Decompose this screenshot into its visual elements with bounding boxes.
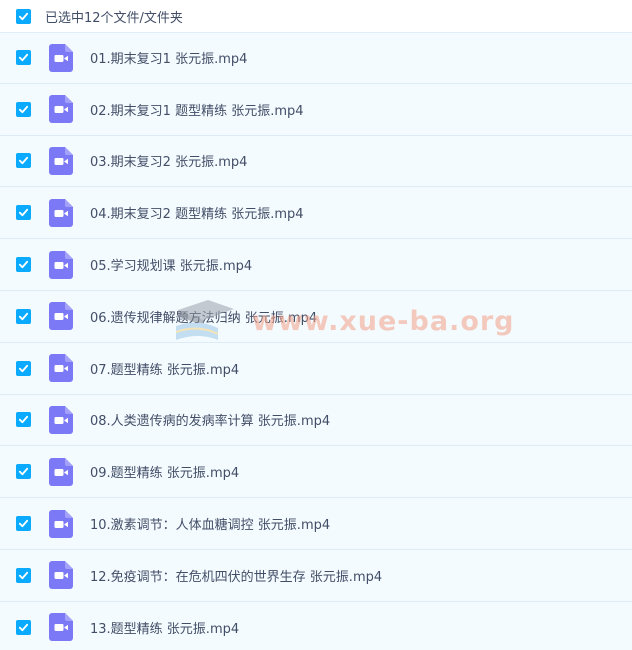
check-icon: [18, 209, 29, 217]
file-checkbox[interactable]: [16, 412, 31, 428]
check-icon: [18, 105, 29, 113]
video-file-icon: [49, 43, 73, 72]
video-file-icon: [49, 198, 73, 227]
video-file-icon: [49, 457, 73, 486]
video-file-icon: [49, 509, 73, 538]
selection-count-label: 已选中12个文件/文件夹: [45, 10, 183, 26]
check-icon: [18, 468, 29, 476]
file-checkbox[interactable]: [16, 619, 31, 635]
check-icon: [18, 157, 29, 165]
video-file-icon: [49, 405, 73, 434]
check-icon: [18, 519, 29, 528]
file-name: 09.题型精练 张元振.mp4: [90, 466, 240, 482]
file-name: 04.期末复习2 题型精练 张元振.mp4: [90, 207, 304, 223]
file-name: 06.遗传规律解题方法归纳 张元振.mp4: [90, 310, 318, 326]
file-name: 03.期末复习2 张元振.mp4: [90, 155, 248, 171]
file-checkbox[interactable]: [16, 308, 31, 324]
file-name: 12.免疫调节：在危机四伏的世界生存 张元振.mp4: [90, 569, 383, 585]
video-file-icon: [49, 561, 73, 590]
file-checkbox[interactable]: [16, 360, 31, 376]
check-icon: [18, 54, 29, 62]
selection-header: 已选中12个文件/文件夹: [0, 0, 632, 32]
check-icon: [18, 260, 29, 269]
check-icon: [18, 416, 29, 424]
file-checkbox[interactable]: [16, 205, 31, 221]
file-list: 01.期末复习1 张元振.mp4 02.期末复习1 题型精练 张元振.mp4 0…: [0, 32, 632, 650]
video-file-icon: [49, 250, 73, 279]
file-name: 05.学习规划课 张元振.mp4: [90, 259, 253, 275]
file-name: 08.人类遗传病的发病率计算 张元振.mp4: [90, 414, 331, 430]
video-file-icon: [49, 302, 73, 331]
check-icon: [18, 12, 29, 20]
file-row[interactable]: 04.期末复习2 题型精练 张元振.mp4: [0, 187, 632, 240]
file-name: 10.激素调节：人体血糖调控 张元振.mp4: [90, 518, 331, 534]
file-row[interactable]: 03.期末复习2 张元振.mp4: [0, 135, 632, 188]
video-file-icon: [49, 146, 73, 175]
file-name: 13.题型精练 张元振.mp4: [90, 621, 240, 637]
file-row[interactable]: 05.学习规划课 张元振.mp4: [0, 239, 632, 291]
check-icon: [18, 623, 29, 631]
file-row[interactable]: 13.题型精练 张元振.mp4: [0, 601, 632, 650]
file-name: 02.期末复习1 题型精练 张元振.mp4: [90, 103, 304, 119]
video-file-icon: [49, 95, 73, 124]
file-checkbox[interactable]: [16, 464, 31, 480]
file-checkbox[interactable]: [16, 101, 31, 117]
file-name: 07.题型精练 张元振.mp4: [90, 362, 240, 378]
file-row[interactable]: 06.遗传规律解题方法归纳 张元振.mp4: [0, 290, 632, 343]
file-row[interactable]: 10.激素调节：人体血糖调控 张元振.mp4: [0, 498, 632, 550]
file-row[interactable]: 02.期末复习1 题型精练 张元振.mp4: [0, 83, 632, 136]
select-all-checkbox[interactable]: [16, 8, 31, 24]
file-checkbox[interactable]: [16, 567, 31, 583]
check-icon: [18, 571, 29, 580]
file-row[interactable]: 09.题型精练 张元振.mp4: [0, 446, 632, 499]
file-checkbox[interactable]: [16, 516, 31, 532]
check-icon: [18, 312, 29, 321]
video-file-icon: [49, 354, 73, 383]
file-row[interactable]: 08.人类遗传病的发病率计算 张元振.mp4: [0, 394, 632, 447]
file-row[interactable]: 12.免疫调节：在危机四伏的世界生存 张元振.mp4: [0, 549, 632, 602]
file-row[interactable]: 01.期末复习1 张元振.mp4: [0, 32, 632, 84]
file-checkbox[interactable]: [16, 257, 31, 273]
video-file-icon: [49, 613, 73, 642]
file-name: 01.期末复习1 张元振.mp4: [90, 52, 248, 68]
file-checkbox[interactable]: [16, 50, 31, 66]
file-checkbox[interactable]: [16, 153, 31, 169]
check-icon: [18, 364, 29, 372]
file-row[interactable]: 07.题型精练 张元振.mp4: [0, 342, 632, 395]
